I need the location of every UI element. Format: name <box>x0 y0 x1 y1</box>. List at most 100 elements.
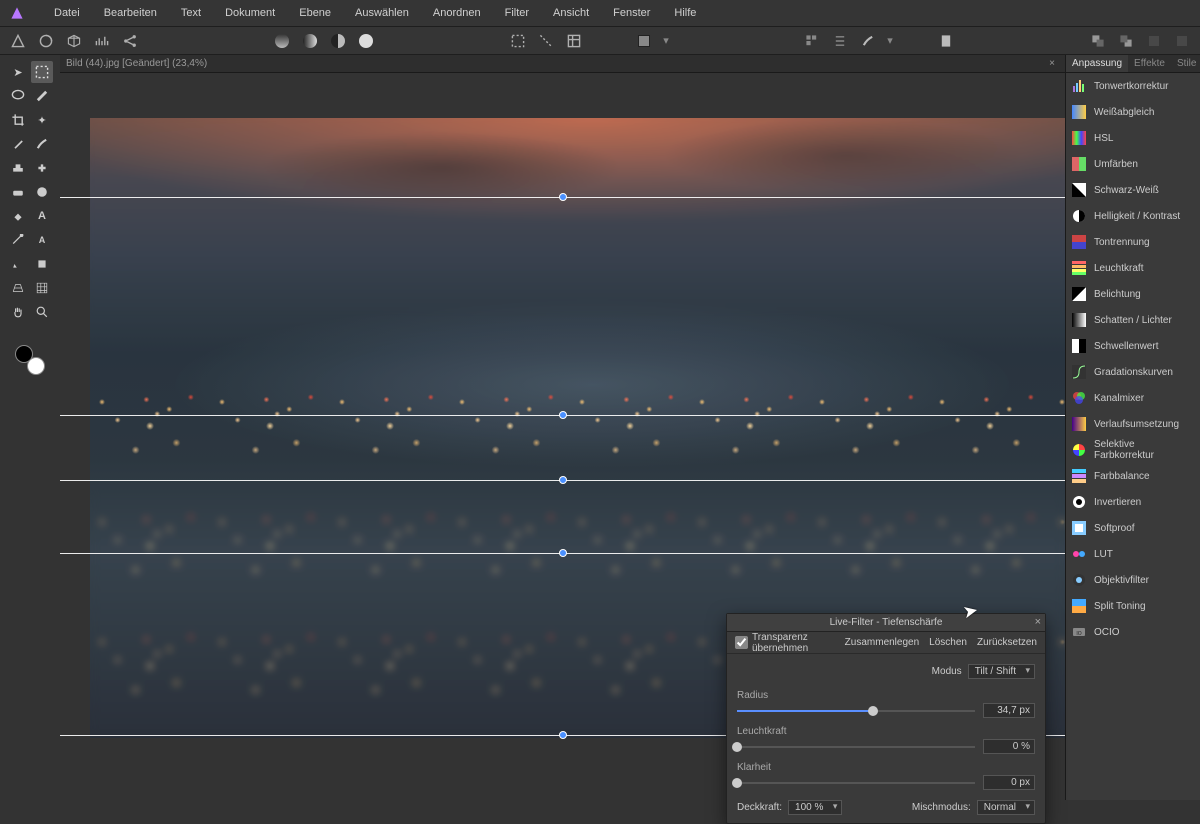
adjustment-item[interactable]: Objektivfilter <box>1066 567 1200 593</box>
text-tool[interactable]: A <box>31 205 53 227</box>
sponge-tool[interactable] <box>31 181 53 203</box>
menu-ebene[interactable]: Ebene <box>287 0 343 26</box>
adjustment-item[interactable]: Split Toning <box>1066 593 1200 619</box>
blendmode-select[interactable]: Normal <box>977 800 1035 815</box>
adjustment-item[interactable]: Softproof <box>1066 515 1200 541</box>
menu-anordnen[interactable]: Anordnen <box>421 0 493 26</box>
menu-hilfe[interactable]: Hilfe <box>662 0 708 26</box>
perspective-tool[interactable] <box>7 277 29 299</box>
tab-effekte[interactable]: Effekte <box>1128 55 1171 72</box>
menu-text[interactable]: Text <box>169 0 213 26</box>
studio-panel-2-icon[interactable] <box>1114 29 1138 53</box>
wand-tool[interactable]: ✦ <box>31 109 53 131</box>
menu-dokument[interactable]: Dokument <box>213 0 287 26</box>
brush-tool[interactable] <box>31 133 53 155</box>
persona-waveform-icon[interactable] <box>90 29 114 53</box>
menu-datei[interactable]: Datei <box>42 0 92 26</box>
adjustment-item[interactable]: Umfärben <box>1066 151 1200 177</box>
selection-brush-tool[interactable] <box>31 85 53 107</box>
vibrance-value[interactable]: 0 % <box>983 739 1035 754</box>
toolbar-align-icon[interactable] <box>828 29 852 53</box>
adjustment-item[interactable]: Leuchtkraft <box>1066 255 1200 281</box>
studio-panel-3-icon[interactable] <box>1142 29 1166 53</box>
delete-button[interactable]: Löschen <box>929 637 967 648</box>
adjustment-item[interactable]: Verlaufsumsetzung <box>1066 411 1200 437</box>
toolbar-swatch-dropdown-icon[interactable]: ▾ <box>660 29 672 53</box>
live-filter-dialog[interactable]: Live-Filter - Tiefenschärfe × Transparen… <box>726 613 1046 824</box>
hand-tool[interactable] <box>7 301 29 323</box>
transparency-checkbox[interactable]: Transparenz übernehmen <box>735 632 835 654</box>
toolbar-grid-icon[interactable] <box>562 29 586 53</box>
frame-text-tool[interactable]: A <box>31 229 53 251</box>
studio-panel-1-icon[interactable] <box>1086 29 1110 53</box>
mesh-tool[interactable] <box>31 277 53 299</box>
node-tool[interactable] <box>7 229 29 251</box>
persona-share-icon[interactable] <box>118 29 142 53</box>
reset-button[interactable]: Zurücksetzen <box>977 637 1037 648</box>
adjustment-item[interactable]: Invertieren <box>1066 489 1200 515</box>
menu-auswählen[interactable]: Auswählen <box>343 0 421 26</box>
studio-panel-4-icon[interactable] <box>1170 29 1194 53</box>
adjustment-item[interactable]: Schwarz-Weiß <box>1066 177 1200 203</box>
adjustment-item[interactable]: Kanalmixer <box>1066 385 1200 411</box>
toolbar-marquee-icon[interactable] <box>506 29 530 53</box>
adjustment-item[interactable]: Tontrennung <box>1066 229 1200 255</box>
adjustment-item[interactable]: Belichtung <box>1066 281 1200 307</box>
crop-tool[interactable] <box>7 109 29 131</box>
adjustment-item[interactable]: IOOCIO <box>1066 619 1200 645</box>
adjustment-item[interactable]: LUT <box>1066 541 1200 567</box>
toolbar-info-icon[interactable] <box>934 29 958 53</box>
persona-triangle-icon[interactable] <box>6 29 30 53</box>
document-tab[interactable]: Bild (44).jpg [Geändert] (23,4%) × <box>60 55 1065 73</box>
move-tool[interactable]: ➤ <box>7 61 29 83</box>
adjustment-item[interactable]: Weißabgleich <box>1066 99 1200 125</box>
toolbar-channels-icon[interactable] <box>800 29 824 53</box>
adjustment-item[interactable]: Helligkeit / Kontrast <box>1066 203 1200 229</box>
toolbar-white-circle-icon[interactable] <box>354 29 378 53</box>
stamp-tool[interactable] <box>7 157 29 179</box>
fill-tool[interactable] <box>7 205 29 227</box>
lasso-tool[interactable] <box>7 85 29 107</box>
shape-tool[interactable] <box>7 253 29 275</box>
toolbar-brush-opts-icon[interactable]: ▾ <box>884 29 896 53</box>
menu-filter[interactable]: Filter <box>493 0 541 26</box>
menu-ansicht[interactable]: Ansicht <box>541 0 601 26</box>
tab-stile[interactable]: Stile <box>1171 55 1200 72</box>
radius-value[interactable]: 34,7 px <box>983 703 1035 718</box>
toolbar-gradient-1-icon[interactable] <box>270 29 294 53</box>
pen-tool[interactable] <box>7 133 29 155</box>
menu-bearbeiten[interactable]: Bearbeiten <box>92 0 169 26</box>
adjustment-item[interactable]: Gradationskurven <box>1066 359 1200 385</box>
opacity-select[interactable]: 100 % <box>788 800 842 815</box>
menu-fenster[interactable]: Fenster <box>601 0 662 26</box>
zoom-tool[interactable] <box>31 301 53 323</box>
toolbar-brush-icon[interactable] <box>856 29 880 53</box>
toolbar-gradient-2-icon[interactable] <box>298 29 322 53</box>
heal-tool[interactable] <box>31 157 53 179</box>
clarity-slider[interactable] <box>737 782 975 784</box>
dialog-titlebar[interactable]: Live-Filter - Tiefenschärfe × <box>727 614 1045 632</box>
mode-select[interactable]: Tilt / Shift <box>968 664 1035 679</box>
adjustment-item[interactable]: Schatten / Lichter <box>1066 307 1200 333</box>
adjustment-item[interactable]: HSL <box>1066 125 1200 151</box>
toolbar-swatch-icon[interactable] <box>632 29 656 53</box>
merge-button[interactable]: Zusammenlegen <box>845 637 919 648</box>
tab-anpassung[interactable]: Anpassung <box>1066 55 1128 72</box>
color-swatch[interactable] <box>15 345 45 375</box>
adjustment-item[interactable]: Tonwertkorrektur <box>1066 73 1200 99</box>
toolbar-halfcircle-icon[interactable] <box>326 29 350 53</box>
rectangle-tool[interactable] <box>31 253 53 275</box>
document-close-icon[interactable]: × <box>1045 58 1059 69</box>
adjustment-item[interactable]: Selektive Farbkorrektur <box>1066 437 1200 463</box>
radius-slider[interactable] <box>737 710 975 712</box>
erase-tool[interactable] <box>7 181 29 203</box>
persona-cube-icon[interactable] <box>62 29 86 53</box>
dialog-close-icon[interactable]: × <box>1035 616 1041 628</box>
vibrance-slider[interactable] <box>737 746 975 748</box>
persona-swirl-icon[interactable] <box>34 29 58 53</box>
adjustment-item[interactable]: Schwellenwert <box>1066 333 1200 359</box>
clarity-value[interactable]: 0 px <box>983 775 1035 790</box>
marquee-tool[interactable] <box>31 61 53 83</box>
toolbar-lasso-dashed-icon[interactable] <box>534 29 558 53</box>
adjustment-item[interactable]: Farbbalance <box>1066 463 1200 489</box>
